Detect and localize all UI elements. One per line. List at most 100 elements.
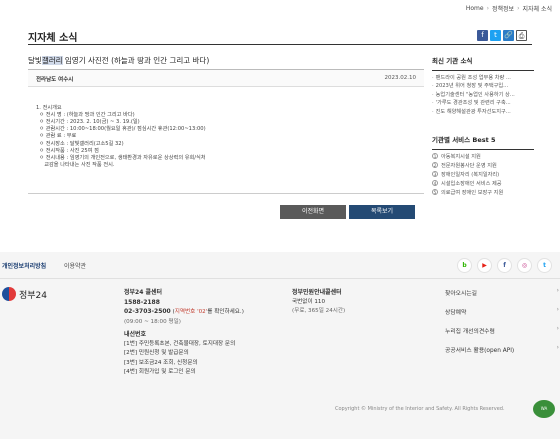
best-services-list: 1 아동복지시설 지원 2 전문자원봉사단 운영 지원 3 장애인일자리 (복지일자리… (432, 150, 534, 198)
bullet-icon: · (432, 75, 434, 81)
quick-link-label: 상담예약 (445, 310, 467, 316)
article-title-pre: 달빛 (28, 56, 42, 65)
top-bar: Home › 정책정보 › 지자체 소식 (0, 0, 560, 20)
phone-note-red: 지역번호 '02' (174, 309, 208, 315)
chevron-right-icon: › (556, 326, 559, 332)
copyright: Copyright © Ministry of the Interior and… (335, 406, 505, 412)
body-line: ㅇ 관람 료 : 무료 (36, 133, 77, 140)
best-service-item[interactable]: 2 전문자원봉사단 운영 지원 (432, 162, 534, 171)
latest-news-item[interactable]: · '가루도 경관조성 및 관련리 구축... (432, 99, 534, 107)
latest-news-label: 진도 해양해설관광 투자선도지구... (435, 108, 511, 115)
quick-link-label: 찾아오시는길 (445, 291, 477, 297)
prev-button[interactable]: 이전화면 (280, 205, 346, 219)
latest-news-label: 농업기술센터 "농업인 사용하기 상... (435, 91, 515, 98)
latest-news-title: 최신 기관 소식 (432, 45, 534, 71)
body-line: ㅇ 전시내용 : 임영기의 개인전으로, 생태환경과 자유로운 상상력의 유희/… (36, 154, 206, 161)
gov-emblem-icon (2, 287, 16, 301)
latest-news-label: '가루도 경관조성 및 관련리 구축... (435, 100, 511, 107)
article-title: 달빛갤러리 임영기 사진전 (하늘과 땅과 인간 그리고 바다) (28, 55, 209, 66)
twitter-icon[interactable]: t (490, 30, 501, 41)
youtube-icon[interactable]: ▶ (477, 258, 492, 273)
sns-links: b ▶ f ◎ t (457, 258, 552, 273)
terms-link[interactable]: 이용약관 (64, 261, 86, 270)
latest-news-label: 2023년 위어 청장 및 주택구입... (435, 83, 509, 90)
instagram-icon[interactable]: ◎ (517, 258, 532, 273)
petition-center-hours: (무료, 365일 24시간) (292, 308, 346, 314)
best-service-label: 의료급여 장애인 보장구 지원 (441, 190, 504, 197)
petition-center: 정부민원안내콜센터 국번없이 110 (무료, 365일 24시간) (292, 288, 345, 317)
body-line: ㅇ 전시작품 : 사진 25여 점 (36, 147, 99, 154)
breadcrumb-level1[interactable]: 정책정보 (492, 4, 514, 13)
facebook-icon[interactable]: f (477, 30, 488, 41)
logo-text: 정부24 (19, 290, 48, 301)
best-service-label: 시설입소장애인 서비스 제공 (441, 181, 502, 188)
ext-item: [2번] 민원신청 및 발급문의 (124, 350, 189, 356)
quick-link[interactable]: 누리집 개선의견수렴 › (445, 326, 559, 345)
latest-news-item[interactable]: · 팬드라이 공원 조성 업무용 차량 ... (432, 74, 534, 82)
best-services: 기관별 서비스 Best 5 1 아동복지시설 지원 2 전문자원봉사단 운영 지원… (432, 124, 534, 198)
page-title: 지자체 소식 (28, 33, 78, 44)
phone-note-post: 를 확인하세요.) (207, 309, 244, 315)
call-center-phone2-row: 02-3703-2500 (지역번호 '02'를 확인하세요.) (124, 307, 244, 318)
footer-divider (0, 278, 560, 279)
rank-badge: 1 (432, 153, 438, 160)
latest-news-item[interactable]: · 진도 해양해설관광 투자선도지구... (432, 108, 534, 116)
quick-link-label: 공공서비스 활용(open API) (445, 348, 515, 354)
share-icons: f t 🔗 ⎙ (477, 30, 527, 41)
latest-news-item[interactable]: · 2023년 위어 청장 및 주택구입... (432, 82, 534, 90)
quick-link[interactable]: 상담예약 › (445, 307, 559, 326)
ext-item: [3번] 보조금24 조회, 신청문의 (124, 359, 198, 366)
call-center-title: 정부24 콜센터 (124, 289, 163, 296)
rank-badge: 5 (432, 189, 438, 196)
blog-icon[interactable]: b (457, 258, 472, 273)
chevron-right-icon: › (556, 288, 559, 294)
best-service-label: 장애인일자리 (복지일자리) (441, 172, 500, 179)
rank-badge: 3 (432, 171, 438, 178)
footer-quick-links: 찾아오시는길 › 상담예약 › 누리집 개선의견수렴 › 공공서비스 활용(open … (445, 288, 559, 364)
bullet-icon: · (432, 108, 434, 115)
body-line: 교감을 나타내는 사진 작품 전시. (36, 161, 115, 168)
sidebar: 최신 기관 소식 · 팬드라이 공원 조성 업무용 차량 ... · 2023년 위… (432, 45, 534, 198)
bullet-icon: · (432, 100, 434, 107)
petition-center-title: 정부민원안내콜센터 (292, 289, 342, 296)
chevron-right-icon: › (517, 5, 520, 12)
link-icon[interactable]: 🔗 (503, 30, 514, 41)
article-org: 전라남도 여수시 (36, 77, 74, 83)
twitter-icon[interactable]: t (537, 258, 552, 273)
bullet-icon: · (432, 91, 434, 98)
quick-link[interactable]: 공공서비스 활용(open API) › (445, 345, 559, 364)
breadcrumb-home[interactable]: Home (466, 5, 484, 12)
article-body: 1. 전시개요 ㅇ 전시 명 : (하늘과 땅과 인간 그리고 바다) ㅇ 전시… (36, 98, 206, 183)
latest-news-label: 팬드라이 공원 조성 업무용 차량 ... (435, 75, 511, 81)
best-service-item[interactable]: 5 의료급여 장애인 보장구 지원 (432, 189, 534, 198)
web-accessibility-mark[interactable]: WA (533, 400, 555, 418)
article-title-post: 임영기 사진전 (하늘과 땅과 인간 그리고 바다) (62, 56, 210, 65)
article-title-highlight: 갤러리 (41, 56, 63, 65)
privacy-policy-link[interactable]: 개인정보처리방침 (2, 261, 46, 270)
facebook-icon[interactable]: f (497, 258, 512, 273)
chevron-right-icon: › (486, 5, 489, 12)
petition-center-phone: 국번없이 110 (292, 298, 326, 305)
quick-link[interactable]: 찾아오시는길 › (445, 288, 559, 307)
list-button[interactable]: 목록보기 (349, 205, 415, 219)
rank-badge: 4 (432, 180, 438, 187)
quick-link-label: 누리집 개선의견수렴 (445, 329, 495, 335)
best-service-item[interactable]: 1 아동복지시설 지원 (432, 153, 534, 162)
ext-item: [4번] 회원가입 및 로그인 문의 (124, 369, 196, 375)
article-meta: 전라남도 여수시 2023.02.10 (28, 69, 424, 87)
call-center-phone1: 1588-2188 (124, 298, 160, 306)
best-service-label: 전문자원봉사단 운영 지원 (441, 163, 497, 170)
gov24-logo[interactable]: 정부24 (2, 287, 47, 301)
best-service-item[interactable]: 3 장애인일자리 (복지일자리) (432, 171, 534, 180)
ext-title: 내선번호 (124, 331, 147, 338)
breadcrumb-level2[interactable]: 지자체 소식 (522, 4, 552, 13)
bullet-icon: · (432, 83, 434, 90)
article-bottom-divider (28, 193, 424, 194)
latest-news-item[interactable]: · 농업기술센터 "농업인 사용하기 상... (432, 91, 534, 99)
body-line: ㅇ 전시장소 : 달빛갤러리(고소5길 32) (36, 140, 124, 147)
article-date: 2023.02.10 (384, 75, 417, 81)
best-service-item[interactable]: 4 시설입소장애인 서비스 제공 (432, 180, 534, 189)
print-icon[interactable]: ⎙ (516, 30, 527, 41)
best-service-label: 아동복지시설 지원 (441, 154, 481, 161)
breadcrumb: Home › 정책정보 › 지자체 소식 (466, 4, 552, 13)
